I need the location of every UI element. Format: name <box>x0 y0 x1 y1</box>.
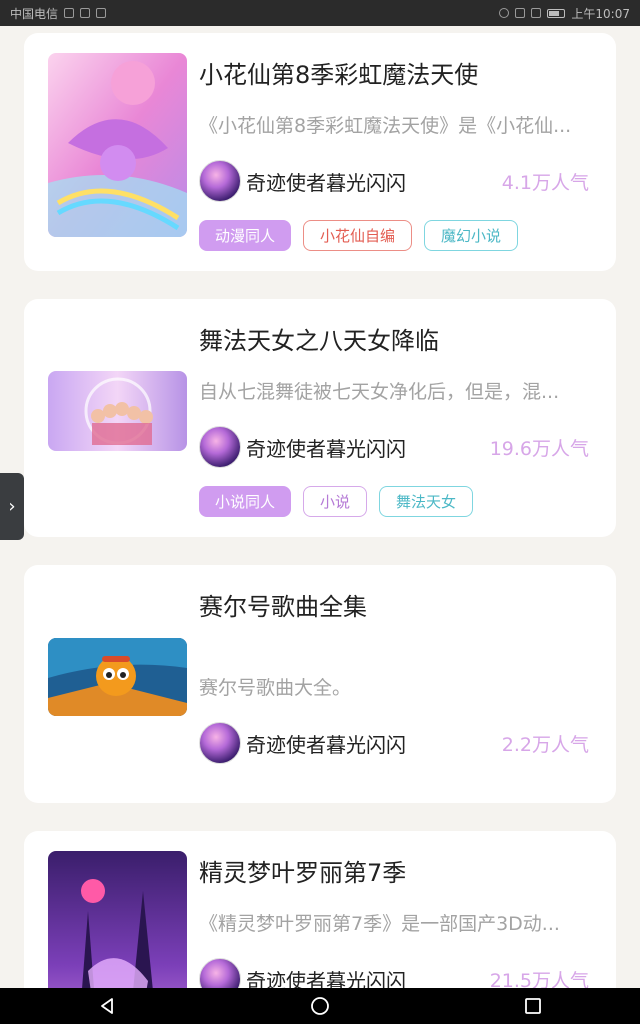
author-name[interactable]: 奇迹使者暮光闪闪 <box>246 729 406 758</box>
post-card[interactable]: 舞法天女之八天女降临 自从七混舞徒被七天女净化后，但是，混... 奇迹使者暮光闪… <box>24 299 616 537</box>
author-row: 奇迹使者暮光闪闪 19.6万人气 <box>199 425 589 469</box>
post-feed[interactable]: 小花仙第8季彩虹魔法天使 《小花仙第8季彩虹魔法天使》是《小花仙... 奇迹使者… <box>0 26 640 988</box>
popularity-count: 2.2万人气 <box>501 733 589 756</box>
status-time: 上午10:07 <box>571 6 630 21</box>
avatar[interactable] <box>199 426 241 468</box>
battery-icon <box>547 8 566 18</box>
post-title[interactable]: 舞法天女之八天女降临 <box>199 321 439 356</box>
back-icon[interactable] <box>87 988 127 1024</box>
status-bar: 中国电信 上午10:07 <box>0 0 640 26</box>
signal-icon <box>531 8 542 18</box>
tag-chip[interactable]: 小说同人 <box>199 486 292 517</box>
popularity-count: 21.5万人气 <box>489 969 589 989</box>
post-description: 《精灵梦叶罗丽第7季》是一部国产3D动... <box>199 913 560 935</box>
home-icon[interactable] <box>300 988 340 1024</box>
popularity-count: 19.6万人气 <box>489 437 589 460</box>
post-cover-image[interactable] <box>48 851 187 988</box>
post-card[interactable]: 小花仙第8季彩虹魔法天使 《小花仙第8季彩虹魔法天使》是《小花仙... 奇迹使者… <box>24 33 616 271</box>
post-title[interactable]: 小花仙第8季彩虹魔法天使 <box>199 55 478 90</box>
author-row: 奇迹使者暮光闪闪 4.1万人气 <box>199 159 589 203</box>
tag-list: 小说同人 小说 舞法天女 <box>199 486 474 517</box>
tag-list: 动漫同人 小花仙自编 魔幻小说 <box>199 220 519 251</box>
eye-icon <box>515 8 526 18</box>
post-cover-image[interactable] <box>48 371 187 451</box>
popularity-count: 4.1万人气 <box>501 171 589 194</box>
post-description: 赛尔号歌曲大全。 <box>199 677 352 699</box>
post-description: 《小花仙第8季彩虹魔法天使》是《小花仙... <box>199 115 572 137</box>
alarm-icon <box>499 8 510 18</box>
post-cover-image[interactable] <box>48 638 187 716</box>
post-cover-image[interactable] <box>48 53 187 237</box>
author-name[interactable]: 奇迹使者暮光闪闪 <box>246 167 406 196</box>
navigation-bar <box>0 988 640 1024</box>
avatar[interactable] <box>199 958 241 988</box>
avatar[interactable] <box>199 722 241 764</box>
tag-chip[interactable]: 小花仙自编 <box>303 220 413 251</box>
recents-icon[interactable] <box>513 988 553 1024</box>
author-name[interactable]: 奇迹使者暮光闪闪 <box>246 965 406 989</box>
post-card[interactable]: 赛尔号歌曲全集 赛尔号歌曲大全。 奇迹使者暮光闪闪 2.2万人气 <box>24 565 616 803</box>
tag-chip[interactable]: 小说 <box>303 486 368 517</box>
carrier-label: 中国电信 <box>10 6 59 21</box>
post-title[interactable]: 赛尔号歌曲全集 <box>199 587 367 622</box>
notification-icon <box>96 8 107 18</box>
post-description: 自从七混舞徒被七天女净化后，但是，混... <box>199 381 560 403</box>
author-row: 奇迹使者暮光闪闪 21.5万人气 <box>199 957 589 988</box>
chevron-right-icon: › <box>8 496 16 517</box>
author-name[interactable]: 奇迹使者暮光闪闪 <box>246 433 406 462</box>
tag-chip[interactable]: 魔幻小说 <box>424 220 519 251</box>
avatar[interactable] <box>199 160 241 202</box>
post-card[interactable]: 精灵梦叶罗丽第7季 《精灵梦叶罗丽第7季》是一部国产3D动... 奇迹使者暮光闪… <box>24 831 616 988</box>
tag-chip[interactable]: 舞法天女 <box>379 486 474 517</box>
tag-chip[interactable]: 动漫同人 <box>199 220 292 251</box>
author-row: 奇迹使者暮光闪闪 2.2万人气 <box>199 721 589 765</box>
post-title[interactable]: 精灵梦叶罗丽第7季 <box>199 853 406 888</box>
notification-icon <box>64 8 75 18</box>
drawer-toggle-button[interactable]: › <box>0 473 24 540</box>
notification-icon <box>80 8 91 18</box>
